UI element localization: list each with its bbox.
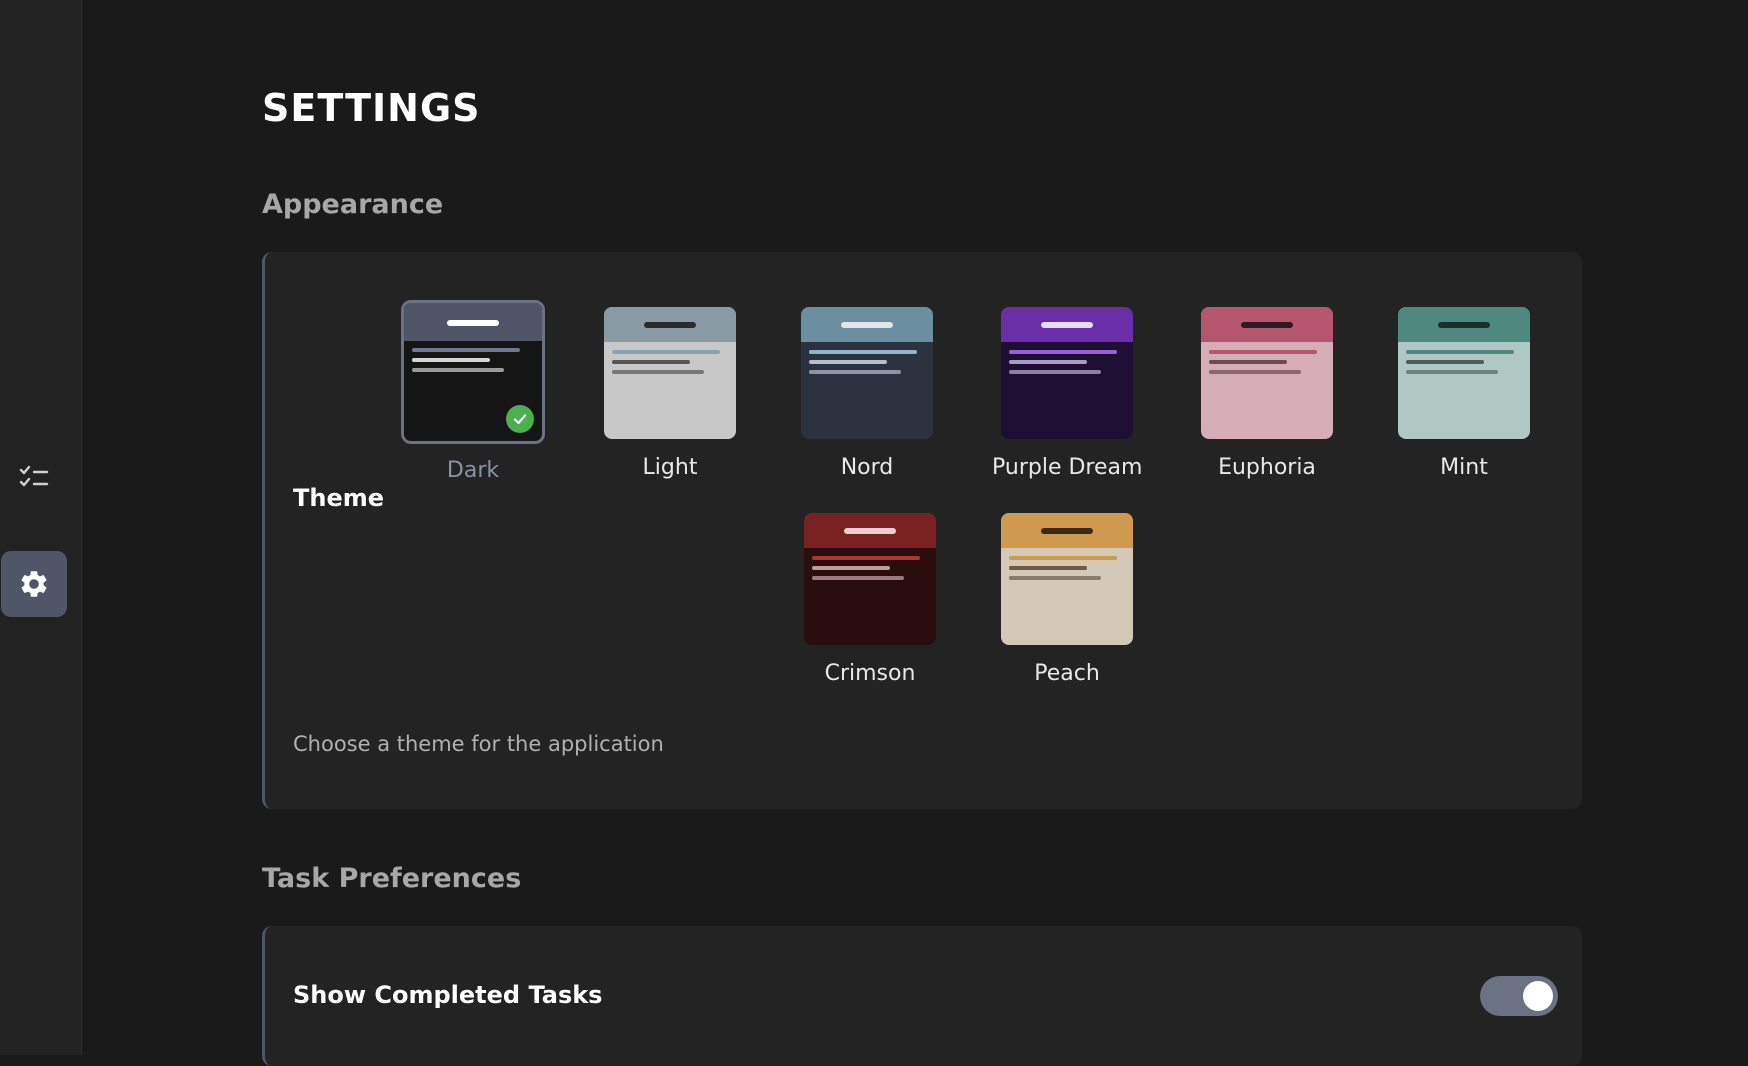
theme-option-mint[interactable]: Mint (1389, 307, 1539, 480)
theme-preview (804, 513, 936, 645)
nav-tasks-button[interactable] (1, 445, 67, 511)
theme-preview (604, 307, 736, 439)
theme-name: Purple Dream (992, 455, 1142, 480)
theme-name: Dark (398, 458, 548, 483)
gear-icon (18, 568, 50, 600)
appearance-section-title: Appearance (262, 189, 443, 220)
tasks-list-icon (18, 462, 50, 494)
main-content: SETTINGS Appearance Theme Dark Light (82, 0, 1748, 1055)
theme-name: Peach (992, 661, 1142, 686)
theme-name: Euphoria (1192, 455, 1342, 480)
theme-option-dark[interactable]: Dark (398, 300, 548, 483)
checkmark-icon (506, 405, 534, 433)
theme-preview (1201, 307, 1333, 439)
theme-option-nord[interactable]: Nord (792, 307, 942, 480)
theme-preview (1001, 307, 1133, 439)
theme-label: Theme (293, 484, 384, 512)
theme-option-light[interactable]: Light (595, 307, 745, 480)
task-preferences-section-title: Task Preferences (262, 863, 521, 894)
page-title: SETTINGS (262, 86, 481, 130)
theme-option-peach[interactable]: Peach (992, 513, 1142, 686)
theme-preview (1001, 513, 1133, 645)
theme-name: Crimson (795, 661, 945, 686)
nav-settings-button[interactable] (1, 551, 67, 617)
theme-name: Light (595, 455, 745, 480)
theme-name: Mint (1389, 455, 1539, 480)
theme-preview (401, 300, 545, 444)
theme-name: Nord (792, 455, 942, 480)
theme-option-purple-dream[interactable]: Purple Dream (992, 307, 1142, 480)
show-completed-label: Show Completed Tasks (293, 981, 602, 1009)
theme-option-crimson[interactable]: Crimson (795, 513, 945, 686)
theme-preview (801, 307, 933, 439)
theme-option-euphoria[interactable]: Euphoria (1192, 307, 1342, 480)
theme-description: Choose a theme for the application (293, 732, 664, 756)
sidebar (0, 0, 82, 1055)
show-completed-toggle[interactable] (1480, 976, 1558, 1016)
appearance-card: Theme Dark Light Nord (262, 252, 1582, 809)
theme-preview (1398, 307, 1530, 439)
task-preferences-card: Show Completed Tasks (262, 926, 1582, 1066)
toggle-knob (1523, 981, 1553, 1011)
